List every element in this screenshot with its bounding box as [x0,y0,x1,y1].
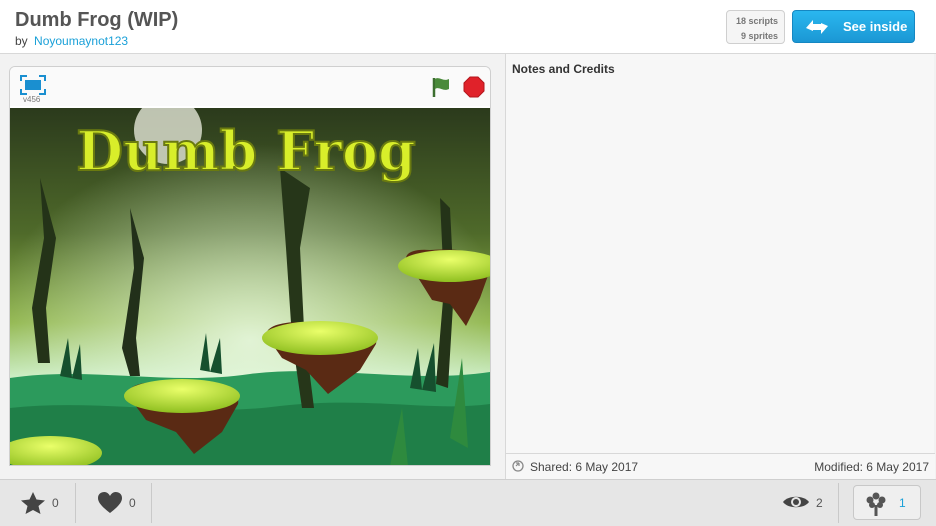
views-count: 2 [816,496,823,510]
see-inside-button[interactable]: See inside [792,10,915,43]
by-label: by [15,34,28,48]
notes-heading: Notes and Credits [512,62,615,76]
stop-icon[interactable] [463,76,485,98]
see-inside-label: See inside [843,19,908,34]
player-controls: v456 [10,67,490,106]
dates-bar: Shared: 6 May 2017 Modified: 6 May 2017 [506,453,935,479]
scripts-count: 18 scripts [735,16,778,26]
fullscreen-icon[interactable] [20,75,46,95]
author-link[interactable]: Noyoumaynot123 [34,34,128,48]
footer-divider [75,483,76,523]
loves-stat[interactable]: 0 [97,480,147,526]
remixes-button[interactable]: 1 [853,485,921,520]
stars-count: 0 [52,496,59,510]
project-stage[interactable]: Dumb Frog [10,108,490,465]
remix-tree-icon [866,492,886,516]
heart-icon [98,492,122,513]
star-icon [21,492,45,514]
notes-panel: Notes and Credits Shared: 6 May 2017 Mod… [505,54,935,479]
share-icon [512,460,524,472]
project-stats: 18 scripts 9 sprites [726,10,785,44]
sprites-count: 9 sprites [740,31,778,41]
project-footer: 0 0 2 1 [0,479,936,526]
player-version: v456 [23,95,41,104]
project-player: v456 Dumb Frog [9,66,491,466]
remixes-count: 1 [899,496,906,510]
project-title: Dumb Frog (WIP) [15,9,179,31]
byline: by Noyoumaynot123 [15,34,128,48]
views-stat: 2 [782,480,832,526]
project-header: Dumb Frog (WIP) by Noyoumaynot123 18 scr… [0,0,936,54]
footer-divider [151,483,152,523]
shared-date: Shared: 6 May 2017 [530,460,639,474]
see-inside-icon [806,20,828,34]
stars-stat[interactable]: 0 [20,480,70,526]
stage-canvas: Dumb Frog [10,108,490,465]
modified-date: Modified: 6 May 2017 [814,460,929,474]
stage-title: Dumb Frog [76,119,415,183]
eye-icon [783,496,809,508]
loves-count: 0 [129,496,136,510]
footer-divider [838,483,839,523]
green-flag-icon[interactable] [430,76,452,98]
